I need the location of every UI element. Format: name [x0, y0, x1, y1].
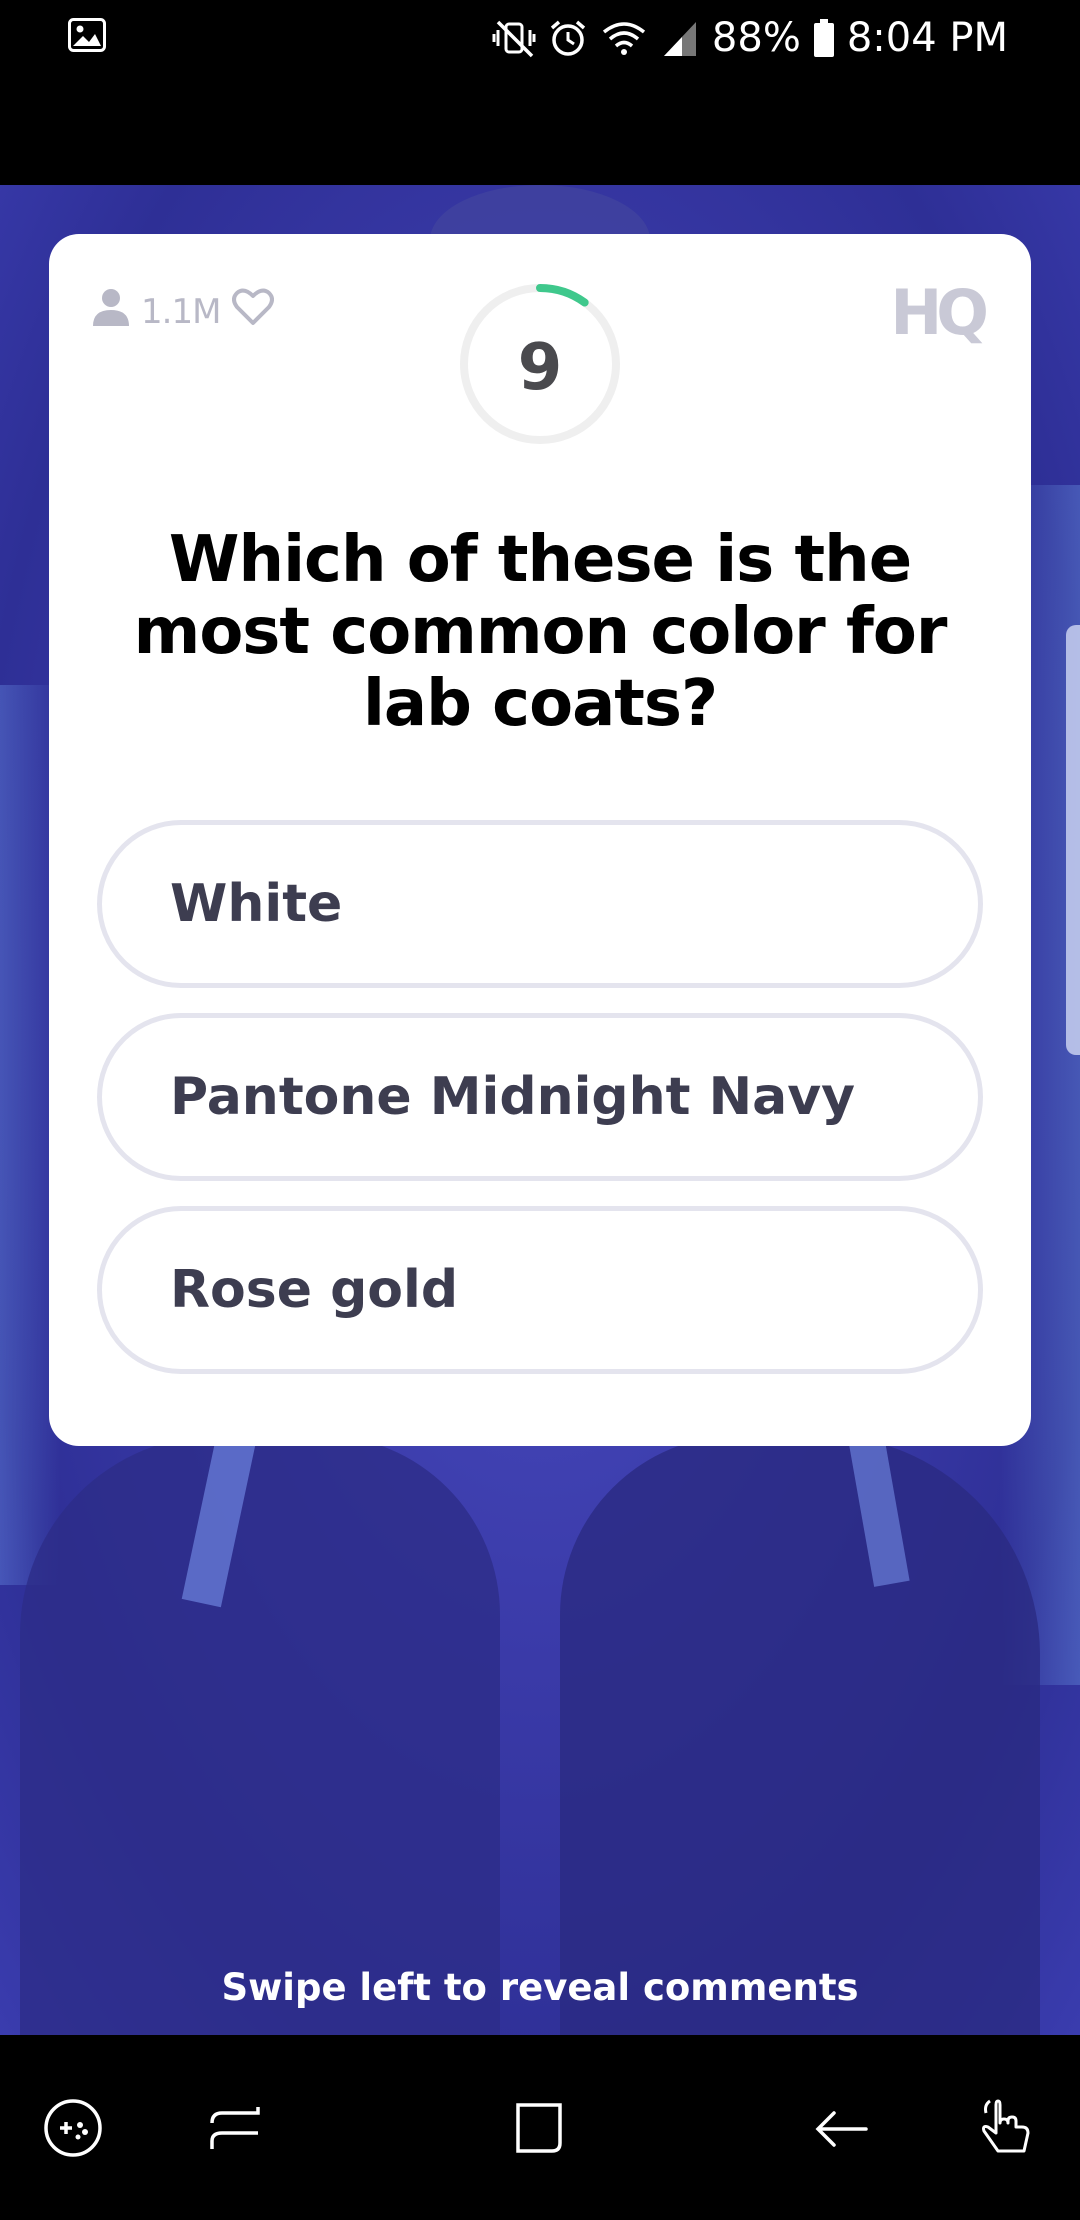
swipe-hint: Swipe left to reveal comments: [221, 1966, 859, 2009]
mute-vibrate-icon: [492, 18, 536, 58]
answer-label: Rose gold: [170, 1260, 459, 1320]
question-text: Which of these is the most common color …: [133, 523, 948, 741]
answer-option-3[interactable]: Rose gold: [97, 1206, 983, 1374]
recents-icon[interactable]: [200, 2093, 270, 2163]
question-card: 1.1M 9 HQ Which of these is the most com…: [49, 234, 1031, 1446]
viewer-stats: 1.1M: [93, 288, 275, 335]
home-icon[interactable]: [504, 2093, 574, 2163]
hq-logo: HQ: [890, 276, 989, 349]
answer-option-1[interactable]: White: [97, 820, 983, 988]
navigation-bar: [0, 2035, 1080, 2220]
back-icon[interactable]: [806, 2093, 876, 2163]
answer-label: White: [170, 874, 343, 934]
answer-label: Pantone Midnight Navy: [170, 1067, 856, 1127]
timer-seconds: 9: [517, 331, 563, 405]
game-tools-icon[interactable]: [38, 2093, 108, 2163]
host-suit-right: [560, 1435, 1040, 2035]
wifi-icon: [600, 18, 648, 58]
status-bar: 88% 8:04 PM: [0, 0, 1080, 185]
user-icon: [93, 288, 129, 335]
alarm-icon: [548, 18, 588, 58]
answer-option-2[interactable]: Pantone Midnight Navy: [97, 1013, 983, 1181]
edge-panel-handle[interactable]: [1066, 625, 1080, 1055]
countdown-timer: 9: [458, 282, 622, 446]
signal-icon: [660, 18, 700, 58]
status-icons: 88% 8:04 PM: [492, 6, 1008, 70]
heart-icon[interactable]: [232, 288, 275, 335]
battery-icon: [813, 18, 835, 58]
image-notification-icon: [68, 18, 106, 52]
clock: 8:04 PM: [846, 15, 1008, 61]
gesture-icon[interactable]: [970, 2093, 1040, 2163]
battery-percent: 88%: [711, 15, 801, 61]
viewer-count: 1.1M: [141, 291, 221, 332]
host-suit-left: [20, 1435, 500, 2035]
